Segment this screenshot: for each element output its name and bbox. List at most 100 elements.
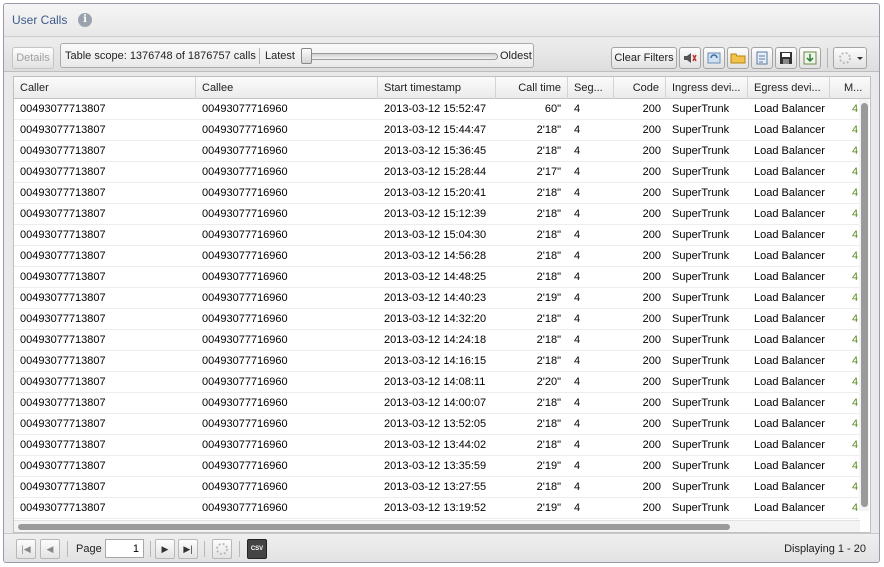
horizontal-scrollbar[interactable]: [14, 520, 860, 532]
table-row[interactable]: 00493077713807 00493077716960 2013-03-12 1…: [14, 477, 859, 498]
table-row[interactable]: 00493077713807 00493077716960 2013-03-12 1…: [14, 162, 859, 183]
column-header-start-timestamp[interactable]: Start timestamp: [378, 77, 496, 99]
egress-device-cell: Load Balancer: [754, 166, 825, 178]
caller-cell: 00493077713807: [20, 229, 106, 241]
time-scope-slider-thumb[interactable]: [301, 48, 312, 64]
next-page-icon[interactable]: ▶: [155, 539, 175, 559]
column-header-m[interactable]: M...: [830, 77, 870, 99]
table-row[interactable]: 00493077713807 00493077716960 2013-03-12 1…: [14, 246, 859, 267]
info-icon[interactable]: i: [78, 13, 92, 27]
csv-export-icon[interactable]: CSV: [247, 539, 267, 559]
caller-cell: 00493077713807: [20, 166, 106, 178]
call-time-cell: 2'18": [536, 145, 561, 157]
page-number-input[interactable]: [105, 539, 144, 558]
paging-toolbar: |◀ ◀ Page ▶ ▶| CSV Displaying 1 - 20: [4, 533, 879, 562]
first-page-icon[interactable]: |◀: [16, 539, 36, 559]
table-row[interactable]: 00493077713807 00493077716960 2013-03-12 1…: [14, 204, 859, 225]
segments-cell: 4: [574, 124, 581, 136]
table-row[interactable]: 00493077713807 00493077716960 2013-03-12 1…: [14, 288, 859, 309]
segments-cell: 4: [574, 376, 581, 388]
caller-cell: 00493077713807: [20, 145, 106, 157]
ingress-device-cell: SuperTrunk: [672, 313, 730, 325]
egress-device-cell: Load Balancer: [754, 271, 825, 283]
table-row[interactable]: 00493077713807 00493077716960 2013-03-12 1…: [14, 456, 859, 477]
table-row[interactable]: 00493077713807 00493077716960 2013-03-12 1…: [14, 351, 859, 372]
clear-filters-button[interactable]: Clear Filters: [611, 47, 677, 69]
segments-cell: 4: [574, 334, 581, 346]
table-row[interactable]: 00493077713807 00493077716960 2013-03-12 1…: [14, 120, 859, 141]
previous-page-icon[interactable]: ◀: [40, 539, 60, 559]
table-row[interactable]: 00493077713807 00493077716960 2013-03-12 1…: [14, 498, 859, 519]
caller-cell: 00493077713807: [20, 208, 106, 220]
ingress-device-cell: SuperTrunk: [672, 145, 730, 157]
egress-device-cell: Load Balancer: [754, 376, 825, 388]
caller-cell: 00493077713807: [20, 271, 106, 283]
horizontal-scrollbar-thumb[interactable]: [18, 524, 730, 530]
start-timestamp-cell: 2013-03-12 14:56:28: [384, 250, 487, 262]
segments-cell: 4: [574, 145, 581, 157]
table-row[interactable]: 00493077713807 00493077716960 2013-03-12 1…: [14, 435, 859, 456]
column-header-caller[interactable]: Caller: [14, 77, 196, 99]
start-timestamp-cell: 2013-03-12 15:44:47: [384, 124, 487, 136]
column-header-code[interactable]: Code: [614, 77, 666, 99]
export-icon[interactable]: [751, 47, 773, 69]
code-cell: 200: [642, 145, 661, 157]
download-icon[interactable]: [799, 47, 821, 69]
scope-separator: [259, 48, 260, 64]
last-page-icon[interactable]: ▶|: [178, 539, 198, 559]
column-header-ingress-device[interactable]: Ingress devi...: [666, 77, 748, 99]
code-cell: 200: [642, 103, 661, 115]
time-scope-slider[interactable]: [305, 53, 498, 60]
egress-device-cell: Load Balancer: [754, 397, 825, 409]
start-timestamp-cell: 2013-03-12 15:04:30: [384, 229, 487, 241]
table-row[interactable]: 00493077713807 00493077716960 2013-03-12 1…: [14, 330, 859, 351]
caller-cell: 00493077713807: [20, 397, 106, 409]
caller-cell: 00493077713807: [20, 334, 106, 346]
egress-device-cell: Load Balancer: [754, 124, 825, 136]
vertical-scrollbar[interactable]: [859, 99, 869, 511]
callee-cell: 00493077716960: [202, 271, 288, 283]
column-header-call-time[interactable]: Call time: [496, 77, 568, 99]
call-time-cell: 2'18": [536, 208, 561, 220]
save-icon[interactable]: [775, 47, 797, 69]
settings-dropdown-icon[interactable]: [833, 47, 867, 69]
start-timestamp-cell: 2013-03-12 14:48:25: [384, 271, 487, 283]
call-time-cell: 2'18": [536, 355, 561, 367]
callee-cell: 00493077716960: [202, 334, 288, 346]
column-header-segments[interactable]: Seg...: [568, 77, 614, 99]
table-row[interactable]: 00493077713807 00493077716960 2013-03-12 1…: [14, 414, 859, 435]
call-time-cell: 2'18": [536, 418, 561, 430]
callee-cell: 00493077716960: [202, 397, 288, 409]
table-row[interactable]: 00493077713807 00493077716960 2013-03-12 1…: [14, 267, 859, 288]
code-cell: 200: [642, 376, 661, 388]
table-row[interactable]: 00493077713807 00493077716960 2013-03-12 1…: [14, 372, 859, 393]
table-row[interactable]: 00493077713807 00493077716960 2013-03-12 1…: [14, 225, 859, 246]
code-cell: 200: [642, 481, 661, 493]
details-button[interactable]: Details: [12, 47, 54, 69]
refresh-icon[interactable]: [212, 539, 232, 559]
table-row[interactable]: 00493077713807 00493077716960 2013-03-12 1…: [14, 183, 859, 204]
segments-cell: 4: [574, 439, 581, 451]
call-time-cell: 2'18": [536, 481, 561, 493]
grid-rows: 00493077713807 00493077716960 2013-03-12 1…: [14, 99, 859, 519]
table-row[interactable]: 00493077713807 00493077716960 2013-03-12 1…: [14, 141, 859, 162]
code-cell: 200: [642, 229, 661, 241]
table-row[interactable]: 00493077713807 00493077716960 2013-03-12 1…: [14, 309, 859, 330]
vertical-scrollbar-thumb[interactable]: [861, 103, 868, 507]
call-time-cell: 2'18": [536, 439, 561, 451]
start-timestamp-cell: 2013-03-12 14:24:18: [384, 334, 487, 346]
segments-cell: 4: [574, 271, 581, 283]
start-timestamp-cell: 2013-03-12 13:19:52: [384, 502, 487, 514]
code-cell: 200: [642, 355, 661, 367]
start-timestamp-cell: 2013-03-12 13:52:05: [384, 418, 487, 430]
table-row[interactable]: 00493077713807 00493077716960 2013-03-12 1…: [14, 393, 859, 414]
column-header-egress-device[interactable]: Egress devi...: [748, 77, 830, 99]
speaker-icon[interactable]: [679, 47, 701, 69]
refresh-icon[interactable]: [703, 47, 725, 69]
code-cell: 200: [642, 418, 661, 430]
column-header-callee[interactable]: Callee: [196, 77, 378, 99]
egress-device-cell: Load Balancer: [754, 103, 825, 115]
folder-icon[interactable]: [727, 47, 749, 69]
egress-device-cell: Load Balancer: [754, 292, 825, 304]
table-row[interactable]: 00493077713807 00493077716960 2013-03-12 1…: [14, 99, 859, 120]
